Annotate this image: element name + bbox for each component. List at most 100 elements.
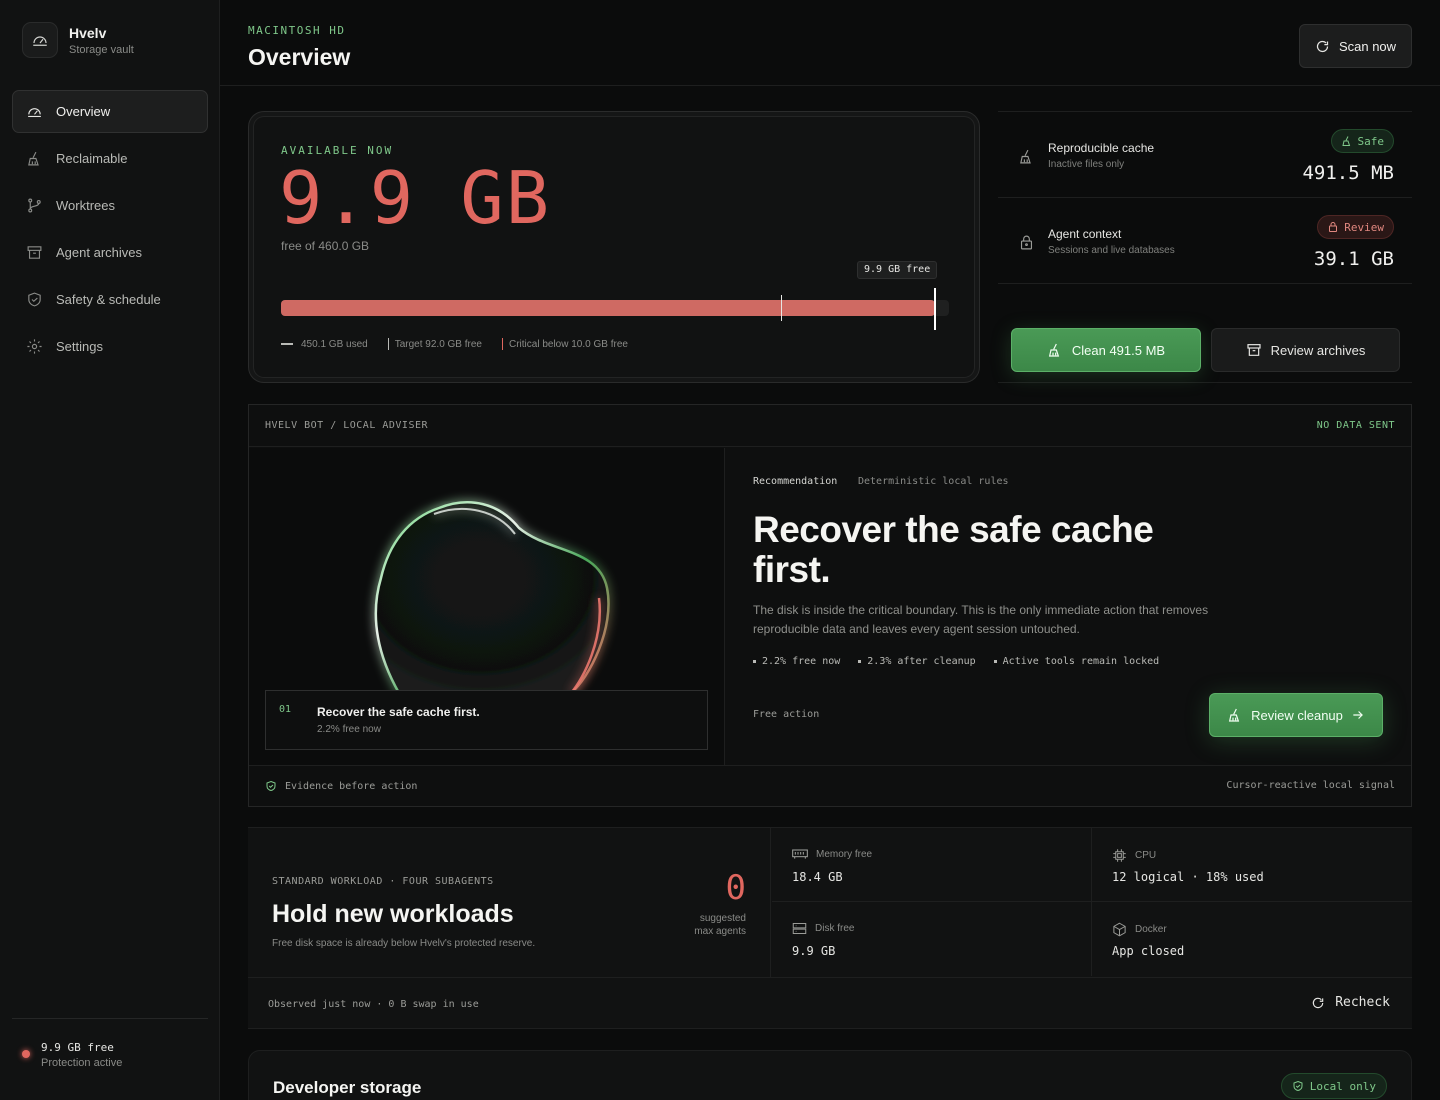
sidebar-item-reclaimable[interactable]: Reclaimable xyxy=(12,137,208,180)
card-title: Recover the safe cache first. xyxy=(317,705,480,719)
stat-memory: Memory free 18.4 GB xyxy=(772,828,1092,902)
bot-visual: 01 Recover the safe cache first. 2.2% fr… xyxy=(249,448,725,765)
critical-marker xyxy=(933,288,936,330)
bucket-subtitle: Sessions and live databases xyxy=(1048,245,1175,256)
bot-header: HVELV BOT / LOCAL ADVISER NO DATA SENT xyxy=(249,405,1411,447)
review-archives-button[interactable]: Review archives xyxy=(1211,328,1400,372)
review-cleanup-button[interactable]: Review cleanup xyxy=(1209,693,1383,737)
status-dot xyxy=(22,1050,30,1058)
recheck-button[interactable]: Recheck xyxy=(1311,995,1390,1010)
rules-tag: Deterministic local rules xyxy=(858,476,1009,487)
sidebar-item-safety-schedule[interactable]: Safety & schedule xyxy=(12,278,208,321)
page-header: MACINTOSH HD Overview Scan now xyxy=(220,0,1440,86)
shield-icon xyxy=(25,291,43,309)
sidebar-protection-status: Protection active xyxy=(41,1057,123,1069)
memory-icon xyxy=(792,849,808,859)
bucket-value: 491.5 MB xyxy=(1302,162,1394,184)
review-archives-label: Review archives xyxy=(1270,342,1366,358)
gauge-logo-icon xyxy=(22,22,58,58)
git-branch-icon xyxy=(25,197,43,215)
shield-check-icon xyxy=(1293,1080,1303,1092)
workload-summary: STANDARD WORKLOAD · FOUR SUBAGENTS Hold … xyxy=(248,828,771,977)
workload-footer: Observed just now · 0 B swap in use Rech… xyxy=(248,977,1412,1029)
workload-panel: STANDARD WORKLOAD · FOUR SUBAGENTS Hold … xyxy=(248,827,1412,1029)
breadcrumb: MACINTOSH HD xyxy=(248,24,346,37)
signal-label: Cursor-reactive local signal xyxy=(1226,780,1395,791)
broom-icon xyxy=(1048,343,1060,357)
archive-icon xyxy=(1247,344,1261,356)
cube-icon xyxy=(1113,922,1126,937)
stat-value: 18.4 GB xyxy=(792,870,843,884)
sidebar-item-label: Worktrees xyxy=(56,198,115,213)
no-data-sent-label: NO DATA SENT xyxy=(1316,420,1395,431)
brand-subtitle: Storage vault xyxy=(69,43,134,56)
sidebar-item-worktrees[interactable]: Worktrees xyxy=(12,184,208,227)
local-only-badge: Local only xyxy=(1280,1073,1387,1099)
workload-tag: STANDARD WORKLOAD · FOUR SUBAGENTS xyxy=(272,876,494,887)
stat-value: 12 logical · 18% used xyxy=(1112,870,1264,884)
available-value: 9.9 GB xyxy=(279,156,552,240)
point-item: 2.3% after cleanup xyxy=(858,656,975,667)
storage-card: AVAILABLE NOW 9.9 GB free of 460.0 GB 9.… xyxy=(248,111,980,383)
recommendation-card[interactable]: 01 Recover the safe cache first. 2.2% fr… xyxy=(265,690,708,750)
stat-cpu: CPU 12 logical · 18% used xyxy=(1092,828,1412,902)
recommendation-heading: Recover the safe cache first. xyxy=(753,509,1154,590)
sidebar-free-space: 9.9 GB free xyxy=(41,1041,114,1054)
sidebar-item-label: Overview xyxy=(56,104,111,119)
shield-check-icon xyxy=(266,780,276,792)
scan-now-button[interactable]: Scan now xyxy=(1299,24,1412,68)
broom-icon xyxy=(1018,148,1035,168)
bucket-row-agent-context[interactable]: Agent context Sessions and live database… xyxy=(998,198,1412,284)
cpu-icon xyxy=(1113,849,1126,862)
sidebar-item-label: Reclaimable xyxy=(56,151,128,166)
protection-status: 9.9 GB free Protection active xyxy=(12,1018,208,1069)
sidebar-item-agent-archives[interactable]: Agent archives xyxy=(12,231,208,274)
brand-name: Hvelv xyxy=(69,24,107,41)
sidebar-item-label: Agent archives xyxy=(56,245,142,260)
sidebar-item-overview[interactable]: Overview xyxy=(12,90,208,133)
sidebar-nav: Overview Reclaimable Worktrees Agent arc… xyxy=(12,90,208,372)
refresh-icon xyxy=(1313,997,1324,1008)
lock-icon xyxy=(1018,234,1035,254)
broom-icon xyxy=(1341,136,1350,146)
legend-critical: Critical below 10.0 GB free xyxy=(502,338,628,350)
scan-now-label: Scan now xyxy=(1338,38,1397,54)
gear-icon xyxy=(25,338,43,356)
free-of-total: free of 460.0 GB xyxy=(281,239,370,253)
card-subtitle: 2.2% free now xyxy=(317,724,381,735)
usage-bar-fill xyxy=(281,300,935,316)
usage-legend: 450.1 GB used Target 92.0 GB free Critic… xyxy=(281,338,648,350)
suggested-agents-count: 0 xyxy=(725,868,746,908)
safe-badge: Safe xyxy=(1330,129,1394,153)
clean-button[interactable]: Clean 491.5 MB xyxy=(1011,328,1201,372)
legend-target: Target 92.0 GB free xyxy=(387,338,482,350)
sidebar-item-settings[interactable]: Settings xyxy=(12,325,208,368)
evidence-label: Evidence before action xyxy=(265,780,417,792)
broom-icon xyxy=(1229,708,1240,722)
bucket-title: Reproducible cache xyxy=(1048,141,1155,155)
legend-used: 450.1 GB used xyxy=(281,338,368,350)
recommendation-detail: Recommendation Deterministic local rules… xyxy=(725,448,1411,765)
review-badge: Review xyxy=(1317,215,1394,239)
archive-icon xyxy=(25,244,43,262)
page-title: Overview xyxy=(248,44,351,70)
recommendation-points: 2.2% free now 2.3% after cleanup Active … xyxy=(753,656,1177,667)
developer-storage-heading: Developer storage xyxy=(273,1078,422,1097)
lock-icon xyxy=(1329,222,1338,232)
reclaim-panel: Reproducible cache Inactive files only S… xyxy=(998,111,1412,383)
stat-docker: Docker App closed xyxy=(1112,922,1185,958)
workload-heading: Hold new workloads xyxy=(272,900,514,928)
bot-footer: Evidence before action Cursor-reactive l… xyxy=(249,765,1411,806)
developer-storage-panel: Developer storage Local only xyxy=(248,1050,1412,1100)
target-marker xyxy=(781,295,783,321)
observed-label: Observed just now · 0 B swap in use xyxy=(268,999,479,1010)
brand[interactable]: Hvelv Storage vault xyxy=(22,22,134,58)
sidebar-item-label: Safety & schedule xyxy=(56,292,161,307)
card-number: 01 xyxy=(279,704,292,715)
refresh-icon xyxy=(1316,40,1329,52)
disk-icon xyxy=(792,923,807,934)
recommendation-tag: Recommendation xyxy=(753,476,838,487)
free-action-label: Free action xyxy=(753,709,820,720)
bucket-row-cache[interactable]: Reproducible cache Inactive files only S… xyxy=(998,112,1412,198)
sidebar: Hvelv Storage vault Overview Reclaimable… xyxy=(0,0,220,1100)
